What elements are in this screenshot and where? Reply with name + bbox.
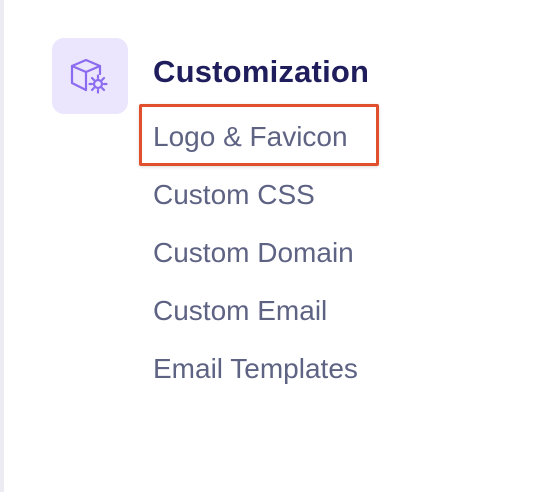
menu-item-logo-favicon[interactable]: Logo & Favicon	[153, 108, 358, 166]
customization-menu: Logo & Favicon Custom CSS Custom Domain …	[153, 108, 358, 398]
package-settings-icon	[70, 58, 108, 94]
menu-item-email-templates[interactable]: Email Templates	[153, 340, 358, 398]
panel-left-border	[0, 0, 4, 492]
menu-item-custom-domain[interactable]: Custom Domain	[153, 224, 358, 282]
section-title: Customization	[153, 54, 370, 89]
section-icon-tile	[52, 38, 128, 114]
menu-item-custom-css[interactable]: Custom CSS	[153, 166, 358, 224]
customization-panel: Customization Logo & Favicon Custom CSS …	[0, 0, 560, 492]
customization-section: Customization	[153, 50, 369, 94]
menu-item-custom-email[interactable]: Custom Email	[153, 282, 358, 340]
